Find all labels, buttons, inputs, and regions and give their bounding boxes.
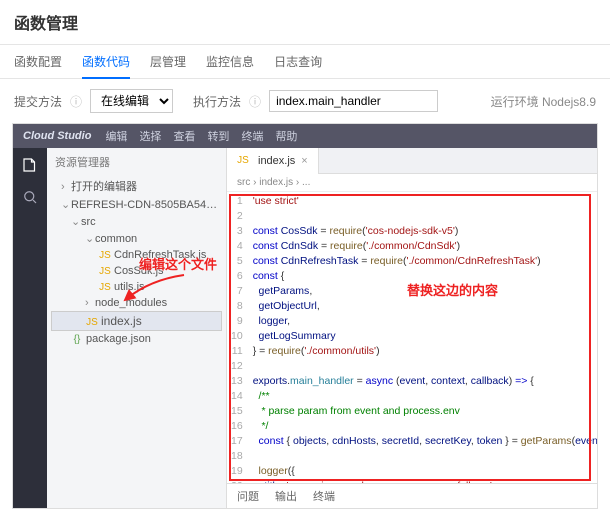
tree-open-editors[interactable]: ›打开的编辑器 (51, 176, 222, 196)
runtime-label: 运行环境 Nodejs8.9 (491, 93, 596, 110)
ide-menu-item[interactable]: 编辑 (105, 131, 127, 143)
editor-pane: JS index.js × src › index.js › ... 替换这边的… (227, 148, 597, 508)
panel-tab[interactable]: 终端 (313, 488, 335, 504)
panel-tab[interactable]: 输出 (275, 488, 297, 504)
main-tab-1[interactable]: 函数代码 (82, 45, 130, 79)
tree-file-cdnrefresh[interactable]: JSCdnRefreshTask.js (51, 247, 222, 263)
ide-menu-item[interactable]: 帮助 (275, 131, 297, 143)
toolbar: 提交方法 ⓘ 在线编辑 执行方法 ⓘ 运行环境 Nodejs8.9 (0, 79, 610, 123)
ide-menu-item[interactable]: 查看 (173, 131, 195, 143)
main-tab-4[interactable]: 日志查询 (274, 45, 322, 79)
main-tab-3[interactable]: 监控信息 (206, 45, 254, 79)
ide-menu-item[interactable]: 终端 (241, 131, 263, 143)
tree-common[interactable]: ⌄common (51, 230, 222, 247)
ide-menu-item[interactable]: 转到 (207, 131, 229, 143)
explorer-title: 资源管理器 (47, 148, 226, 176)
panel-tab[interactable]: 问题 (237, 488, 259, 504)
explorer-sidebar: 资源管理器 ›打开的编辑器 ⌄REFRESH-CDN-8505BA54E518A… (47, 148, 227, 508)
main-tabs: 函数配置函数代码层管理监控信息日志查询 (0, 45, 610, 79)
ide-menubar: Cloud Studio 编辑选择查看转到终端帮助 (13, 124, 597, 148)
tree-node-modules[interactable]: ›node_modules (51, 295, 222, 311)
tree-file-package[interactable]: {}package.json (51, 331, 222, 347)
exec-method-input[interactable] (269, 90, 438, 112)
tree-file-index[interactable]: JSindex.js (51, 311, 222, 331)
submit-method-label: 提交方法 (14, 93, 62, 110)
search-icon[interactable] (21, 188, 39, 206)
info-icon[interactable]: ⓘ (249, 93, 261, 110)
page-title: 函数管理 (0, 0, 610, 45)
tree-file-utils[interactable]: JSutils.js (51, 279, 222, 295)
code-area[interactable]: 替换这边的内容 12345678910111213141516171819202… (227, 192, 597, 483)
editor-tab-index[interactable]: JS index.js × (227, 148, 319, 174)
info-icon[interactable]: ⓘ (70, 93, 82, 110)
close-icon[interactable]: × (301, 155, 307, 167)
ide-container: Cloud Studio 编辑选择查看转到终端帮助 资源管理器 ›打开的编辑器 … (12, 123, 598, 509)
panel-tabs: 问题输出终端 (227, 483, 597, 508)
js-icon: JS (237, 155, 249, 166)
file-tree: ›打开的编辑器 ⌄REFRESH-CDN-8505BA54E518A84D2E8… (47, 176, 226, 347)
submit-method-select[interactable]: 在线编辑 (90, 89, 173, 113)
tree-src[interactable]: ⌄src (51, 213, 222, 230)
editor-tabbar: JS index.js × (227, 148, 597, 174)
main-tab-2[interactable]: 层管理 (150, 45, 186, 79)
tree-root[interactable]: ⌄REFRESH-CDN-8505BA54E518A84D2E8D323 (51, 196, 222, 213)
main-tab-0[interactable]: 函数配置 (14, 45, 62, 79)
ide-menu-item[interactable]: 选择 (139, 131, 161, 143)
breadcrumb[interactable]: src › index.js › ... (227, 174, 597, 192)
activity-bar (13, 148, 47, 508)
ide-logo: Cloud Studio (23, 130, 91, 142)
tree-file-cossdk[interactable]: JSCosSdk.js (51, 263, 222, 279)
files-icon[interactable] (21, 156, 39, 174)
exec-method-label: 执行方法 (193, 93, 241, 110)
